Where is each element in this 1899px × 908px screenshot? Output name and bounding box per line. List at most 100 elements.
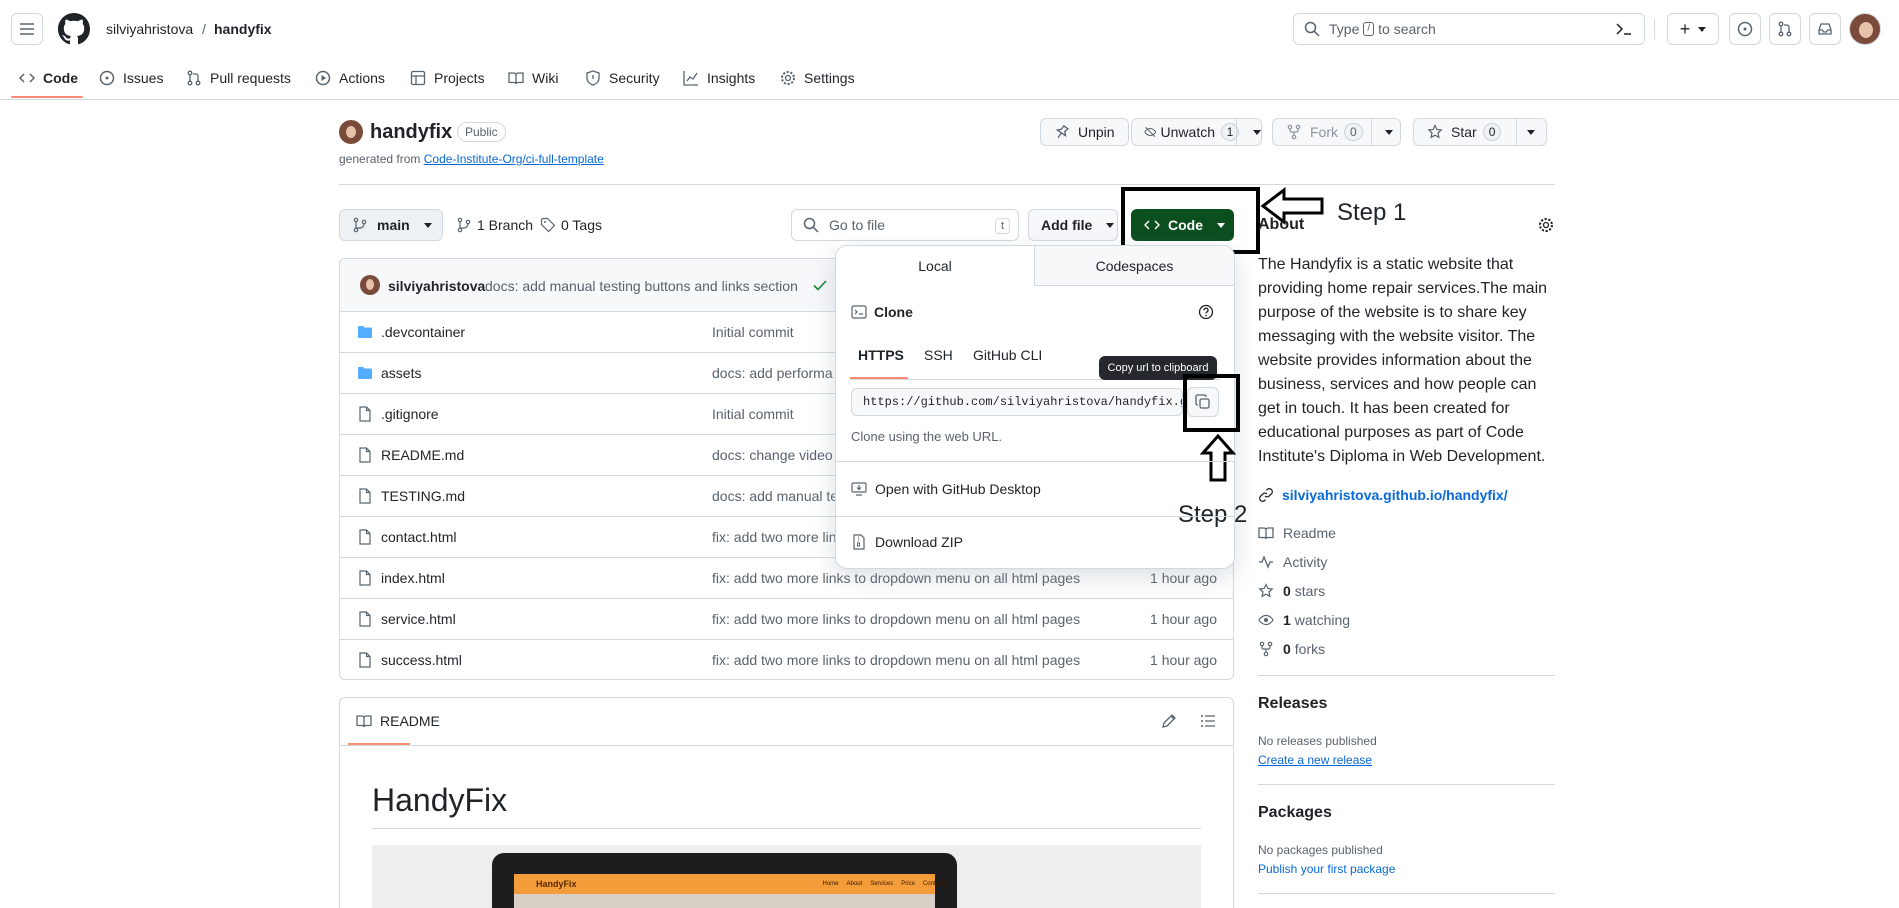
releases-title[interactable]: Releases <box>1258 695 1327 713</box>
issues-button[interactable] <box>1729 13 1761 45</box>
file-commit-message[interactable]: fix: add two more links to dropdown menu… <box>712 652 1080 668</box>
branch-select[interactable]: main <box>339 209 443 241</box>
file-name[interactable]: .devcontainer <box>381 324 465 340</box>
file-commit-message[interactable]: docs: add manual te <box>712 488 838 504</box>
tab-actions[interactable]: Actions <box>315 63 385 93</box>
clone-url-field[interactable]: https://github.com/silviyahristova/handy… <box>851 388 1183 416</box>
watching-label: watching <box>1294 612 1351 628</box>
tab-security[interactable]: Security <box>585 63 660 93</box>
star-button[interactable]: Star 0 <box>1413 118 1547 146</box>
generated-from-prefix: generated from <box>339 152 421 166</box>
create-release-link[interactable]: Create a new release <box>1258 753 1372 767</box>
add-file-button[interactable]: Add file <box>1028 209 1118 241</box>
book-icon <box>508 72 524 85</box>
create-new-button[interactable]: + <box>1667 13 1719 45</box>
help-circle-icon[interactable] <box>1198 304 1214 320</box>
download-zip-label: Download ZIP <box>875 534 963 550</box>
branches-link[interactable]: 1 Branch <box>456 217 533 233</box>
stars-link[interactable]: 0 stars <box>1258 583 1325 599</box>
fork-button[interactable]: Fork 0 <box>1272 118 1401 146</box>
tab-code[interactable]: Code <box>19 63 78 93</box>
clone-tab-codespaces[interactable]: Codespaces <box>1035 246 1234 286</box>
packages-title[interactable]: Packages <box>1258 804 1332 822</box>
activity-link[interactable]: Activity <box>1258 554 1327 570</box>
file-commit-message[interactable]: fix: add two more lin <box>712 529 837 545</box>
file-name[interactable]: index.html <box>381 570 445 586</box>
breadcrumb-repo[interactable]: handyfix <box>214 21 272 37</box>
tab-wiki[interactable]: Wiki <box>508 63 558 93</box>
tab-projects-label: Projects <box>434 70 485 86</box>
generated-from: generated from Code-Institute-Org/ci-ful… <box>339 152 604 166</box>
branch-icon <box>457 217 471 233</box>
template-link[interactable]: Code-Institute-Org/ci-full-template <box>424 152 604 166</box>
menu-icon <box>20 23 34 35</box>
readme-tab[interactable]: README <box>356 713 440 729</box>
hamburger-button[interactable] <box>11 13 43 45</box>
file-name[interactable]: success.html <box>381 652 462 668</box>
github-logo[interactable] <box>58 13 90 45</box>
commit-author[interactable]: silviyahristova <box>388 278 485 294</box>
proto-tab-cli[interactable]: GitHub CLI <box>973 347 1042 363</box>
outline-list-icon[interactable] <box>1200 713 1216 729</box>
file-name[interactable]: README.md <box>381 447 464 463</box>
gear-icon[interactable] <box>1538 217 1554 233</box>
tab-code-underline <box>11 96 83 98</box>
clone-tab-local[interactable]: Local <box>836 246 1035 286</box>
open-desktop-item[interactable]: Open with GitHub Desktop <box>851 481 1041 497</box>
proto-tab-ssh[interactable]: SSH <box>924 347 953 363</box>
pull-requests-button[interactable] <box>1769 13 1801 45</box>
file-commit-message[interactable]: docs: change video <box>712 447 833 463</box>
search-shortcut-key: / <box>1363 22 1375 36</box>
tags-link[interactable]: 0 Tags <box>540 217 602 233</box>
file-commit-time: 1 hour ago <box>1150 611 1217 627</box>
chevron-down-icon <box>1106 222 1115 228</box>
search-input[interactable]: Type / to search <box>1293 13 1645 45</box>
tab-settings[interactable]: Settings <box>780 63 855 93</box>
fork-icon <box>1259 641 1273 657</box>
proto-tab-https[interactable]: HTTPS <box>858 347 904 363</box>
file-row[interactable]: service.html fix: add two more links to d… <box>339 598 1234 639</box>
tab-insights[interactable]: Insights <box>683 63 755 93</box>
file-commit-message[interactable]: fix: add two more links to dropdown menu… <box>712 611 1080 627</box>
tab-security-label: Security <box>609 70 660 86</box>
eye-slash-icon <box>1144 126 1157 138</box>
user-avatar[interactable] <box>1849 13 1881 45</box>
commit-message[interactable]: docs: add manual testing buttons and lin… <box>485 278 798 294</box>
website-link[interactable]: silviyahristova.github.io/handyfix/ <box>1258 487 1508 503</box>
about-description: The Handyfix is a static website that pr… <box>1258 256 1548 465</box>
github-mark-icon <box>58 13 90 45</box>
inbox-button[interactable] <box>1809 13 1841 45</box>
forks-link[interactable]: 0 forks <box>1258 641 1325 657</box>
readme-link[interactable]: Readme <box>1258 525 1336 541</box>
forks-count: 0 <box>1283 641 1291 657</box>
readme-heading-rule <box>372 828 1201 829</box>
tab-projects[interactable]: Projects <box>410 63 485 93</box>
unwatch-button[interactable]: Unwatch 1 <box>1131 118 1262 146</box>
file-name[interactable]: assets <box>381 365 421 381</box>
watching-link[interactable]: 1 watching <box>1258 612 1350 628</box>
file-icon <box>359 488 371 504</box>
pull-request-icon <box>1778 21 1792 37</box>
file-name[interactable]: TESTING.md <box>381 488 465 504</box>
file-commit-message[interactable]: fix: add two more links to dropdown menu… <box>712 570 1080 586</box>
tab-pull-requests[interactable]: Pull requests <box>186 63 291 93</box>
breadcrumb-owner[interactable]: silviyahristova <box>106 21 193 37</box>
file-name[interactable]: contact.html <box>381 529 456 545</box>
file-commit-message[interactable]: Initial commit <box>712 406 794 422</box>
copy-url-tooltip-text: Copy url to clipboard <box>1107 362 1209 374</box>
step2-label: Step 2 <box>1178 501 1248 528</box>
file-commit-message[interactable]: Initial commit <box>712 324 794 340</box>
unpin-button[interactable]: Unpin <box>1040 118 1129 146</box>
download-zip-item[interactable]: Download ZIP <box>851 534 963 550</box>
go-to-file-input[interactable]: Go to file t <box>791 209 1019 241</box>
pencil-icon[interactable] <box>1161 713 1177 729</box>
file-row[interactable]: success.html fix: add two more links to d… <box>339 639 1234 680</box>
publish-package-link[interactable]: Publish your first package <box>1258 862 1395 876</box>
file-name[interactable]: .gitignore <box>381 406 439 422</box>
step2-arrow-icon <box>1199 433 1237 482</box>
file-commit-message[interactable]: docs: add performa <box>712 365 833 381</box>
file-zip-icon <box>853 534 865 550</box>
command-palette-icon[interactable] <box>1616 22 1632 36</box>
tab-issues[interactable]: Issues <box>99 63 163 93</box>
file-name[interactable]: service.html <box>381 611 456 627</box>
